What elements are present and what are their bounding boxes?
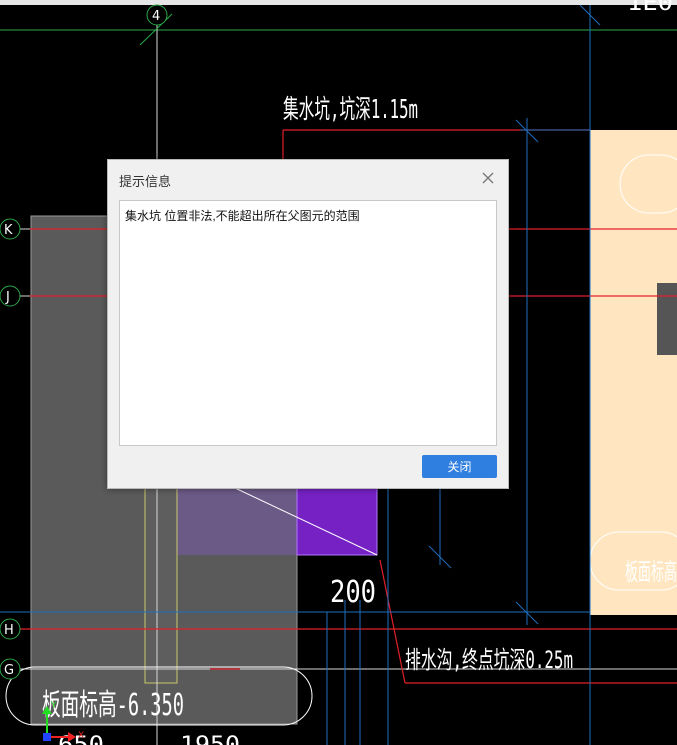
grid-bubble-K: K: [0, 218, 21, 240]
slab-region-right: [590, 130, 677, 615]
bottom-mid-partial-label: 1950: [180, 733, 240, 745]
sump-pit-region: [296, 487, 378, 556]
dimension-200: 200: [330, 575, 376, 610]
top-right-partial-label: 1E0: [627, 0, 673, 16]
grid-bubble-4: 4: [146, 4, 168, 26]
svg-text:H: H: [4, 623, 14, 638]
grid-bubble-H: H: [0, 618, 21, 640]
pit-overlap-region: [177, 488, 298, 555]
svg-text:G: G: [4, 663, 14, 678]
svg-text:4: 4: [152, 9, 160, 24]
close-button[interactable]: 关闭: [422, 455, 497, 478]
beam-strip: [144, 487, 178, 684]
slab-elevation-right: 板面标高: [625, 558, 677, 586]
svg-text:X: X: [78, 731, 84, 741]
svg-text:J: J: [5, 290, 10, 305]
grid-bubble-J: J: [0, 285, 21, 307]
pit-depth-annotation: 集水坑,坑深1.15m: [283, 95, 418, 125]
dialog-message-area: 集水坑 位置非法,不能超出所在父图元的范围: [119, 200, 497, 446]
close-icon[interactable]: [478, 168, 498, 188]
svg-text:Y: Y: [50, 701, 57, 711]
dialog-message: 集水坑 位置非法,不能超出所在父图元的范围: [125, 209, 360, 223]
info-dialog: 提示信息 集水坑 位置非法,不能超出所在父图元的范围 关闭: [107, 159, 509, 489]
grid-bubble-G: G: [0, 658, 21, 680]
dialog-title: 提示信息: [119, 174, 172, 189]
trench-depth-annotation: 排水沟,终点坑深0.25m: [405, 646, 573, 674]
svg-text:K: K: [4, 223, 13, 238]
slab-elevation-left: 板面标高-6.350: [42, 688, 184, 723]
